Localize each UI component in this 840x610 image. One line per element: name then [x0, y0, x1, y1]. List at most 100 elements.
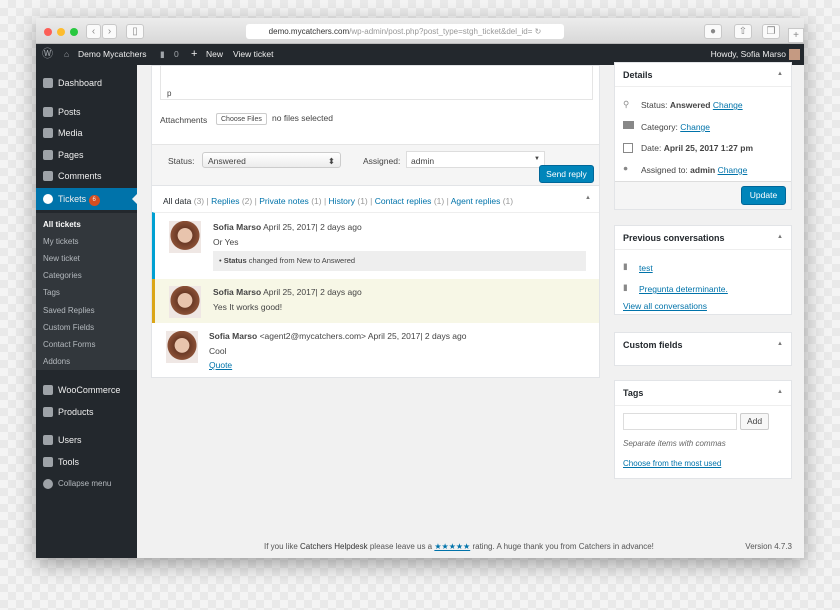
send-reply-button[interactable]: Send reply	[539, 165, 594, 183]
sidebar-item-label: Posts	[58, 107, 81, 117]
comment-icon: ▮	[623, 282, 628, 292]
minimize-window-button[interactable]	[57, 28, 65, 36]
status-label: Status:	[641, 100, 668, 110]
change-category-link[interactable]: Change	[680, 122, 710, 132]
active-pointer	[127, 194, 137, 204]
conversation-link[interactable]: test	[639, 263, 653, 273]
site-name-link[interactable]: Demo Mycatchers	[78, 44, 147, 65]
sidebar-item-pages[interactable]: Pages	[36, 145, 137, 165]
sidebar-item-users[interactable]: Users	[36, 430, 137, 450]
address-bar[interactable]: demo.mycatchers.com/wp-admin/post.php?po…	[246, 24, 564, 39]
assigned-select[interactable]: admin ▼	[406, 151, 545, 168]
reply-box: p Attachments Choose Files no files sele…	[151, 65, 600, 186]
conversation-link[interactable]: Pregunta determinante.	[639, 284, 728, 294]
sidebar-toggle-icon[interactable]: ▯	[126, 24, 144, 39]
wrench-icon	[43, 457, 53, 467]
filter-private-notes[interactable]: Private notes	[259, 196, 309, 206]
close-window-button[interactable]	[44, 28, 52, 36]
box-icon	[43, 407, 53, 417]
rating-link[interactable]: ★★★★★	[434, 542, 470, 551]
message-meta: <agent2@mycatchers.com> April 25, 2017| …	[259, 331, 467, 341]
avatar[interactable]	[789, 49, 800, 60]
sidebar-item-woocommerce[interactable]: WooCommerce	[36, 380, 137, 400]
tags-hint: Separate items with commas	[623, 439, 726, 448]
reload-icon[interactable]: ↻	[535, 27, 542, 36]
collapse-menu-button[interactable]: Collapse menu	[36, 474, 137, 494]
collapse-toggle-icon[interactable]: ▲	[777, 71, 783, 77]
zoom-window-button[interactable]	[70, 28, 78, 36]
filter-agent-replies[interactable]: Agent replies	[451, 196, 501, 206]
status-value: Answered	[208, 156, 246, 166]
choose-files-button[interactable]: Choose Files	[216, 113, 267, 125]
details-panel: Details ▲ ⚲ Status: Answered Change Cate…	[614, 62, 792, 210]
sidebar-item-label: Tools	[58, 457, 80, 467]
download-icon[interactable]: ●	[704, 24, 722, 39]
choose-most-used-link[interactable]: Choose from the most used	[623, 459, 721, 468]
update-button[interactable]: Update	[741, 186, 786, 205]
history-field: Status	[223, 256, 247, 265]
message-item: Sofia Marso April 25, 2017| 2 days ago O…	[152, 212, 599, 279]
filter-history[interactable]: History	[329, 196, 355, 206]
message-item: Sofia Marso April 25, 2017| 2 days ago Y…	[152, 279, 599, 323]
tabs-icon[interactable]: ❐	[762, 24, 780, 39]
sidebar-item-media[interactable]: Media	[36, 123, 137, 143]
collapse-toggle-icon[interactable]: ▲	[777, 234, 783, 240]
filter-contact-replies[interactable]: Contact replies	[375, 196, 432, 206]
filter-replies[interactable]: Replies	[211, 196, 239, 206]
wordpress-logo-icon[interactable]: Ⓦ	[42, 44, 53, 65]
collapse-toggle-icon[interactable]: ▲	[777, 389, 783, 395]
collapse-toggle-icon[interactable]: ▲	[777, 341, 783, 347]
new-link[interactable]: New	[206, 44, 223, 65]
filter-count: (1)	[311, 196, 322, 206]
panel-title: Details	[623, 70, 653, 80]
filter-count: (2)	[241, 196, 253, 206]
filter-all-data[interactable]: All data	[163, 196, 191, 206]
collapse-toggle-icon[interactable]: ▲	[585, 195, 591, 201]
submenu-addons[interactable]: Addons	[43, 357, 70, 366]
share-icon[interactable]: ⇧	[734, 24, 752, 39]
view-all-conversations-link[interactable]: View all conversations	[623, 301, 707, 311]
sidebar-item-label: Tickets	[58, 194, 87, 204]
submenu-contact-forms[interactable]: Contact Forms	[43, 340, 95, 349]
sidebar-item-products[interactable]: Products	[36, 402, 137, 422]
updown-icon: ⬍	[327, 156, 335, 166]
sidebar-item-dashboard[interactable]: Dashboard	[36, 73, 137, 93]
submenu-new-ticket[interactable]: New ticket	[43, 254, 80, 263]
sidebar-item-label: Users	[58, 435, 82, 445]
change-assignee-link[interactable]: Change	[718, 165, 748, 175]
submenu-all-tickets[interactable]: All tickets	[43, 220, 81, 229]
reply-editor[interactable]: p	[160, 66, 593, 100]
status-select[interactable]: Answered ⬍	[202, 152, 341, 168]
caret-down-icon: ▼	[534, 156, 540, 162]
change-status-link[interactable]: Change	[713, 100, 743, 110]
category-label: Category:	[641, 122, 678, 132]
sidebar-item-posts[interactable]: Posts	[36, 102, 137, 122]
sidebar-item-tools[interactable]: Tools	[36, 452, 137, 472]
editor-path: p	[167, 89, 172, 98]
tickets-count-badge: 6	[88, 195, 100, 206]
sidebar-item-label: Comments	[58, 171, 102, 181]
assigned-value: admin	[411, 156, 435, 166]
submenu-my-tickets[interactable]: My tickets	[43, 237, 79, 246]
submenu-categories[interactable]: Categories	[43, 271, 82, 280]
view-ticket-link[interactable]: View ticket	[233, 44, 273, 65]
footer-text: If you like Catchers Helpdesk please lea…	[264, 542, 654, 551]
quote-link[interactable]: Quote	[209, 360, 232, 370]
forward-icon[interactable]: ›	[102, 24, 117, 39]
sidebar-item-label: Media	[58, 128, 83, 138]
sidebar-item-comments[interactable]: Comments	[36, 166, 137, 186]
new-tab-icon[interactable]: +	[788, 28, 804, 43]
comment-icon: ▮	[623, 261, 628, 271]
submenu-saved-replies[interactable]: Saved Replies	[43, 306, 95, 315]
filter-count: (1)	[502, 196, 514, 206]
add-tag-button[interactable]: Add	[740, 413, 769, 430]
woo-icon	[43, 385, 53, 395]
no-files-text: no files selected	[272, 113, 333, 123]
back-icon[interactable]: ‹	[86, 24, 101, 39]
status-value: Answered	[669, 100, 711, 110]
submenu-tags[interactable]: Tags	[43, 288, 60, 297]
tags-input[interactable]	[623, 413, 737, 430]
sidebar-item-tickets[interactable]: Tickets 6	[36, 188, 137, 210]
submenu-custom-fields[interactable]: Custom Fields	[43, 323, 94, 332]
comments-count[interactable]: 0	[174, 44, 179, 65]
